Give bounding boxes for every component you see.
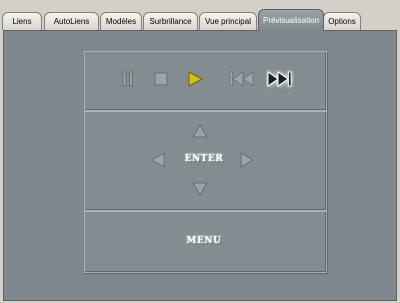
- enter-label: ENTER: [184, 154, 224, 164]
- tab-label: Prévisualisation: [262, 16, 320, 25]
- tab-label: AutoLiens: [53, 17, 90, 26]
- tab-label: Liens: [12, 17, 32, 26]
- play-button[interactable]: [184, 68, 206, 90]
- menu-box: MENU: [84, 211, 327, 273]
- tab-previsualisation[interactable]: Prévisualisation: [258, 9, 324, 31]
- tab-label: Vue principal: [205, 17, 251, 26]
- skip-back-button[interactable]: [228, 69, 256, 89]
- tab-autoliens[interactable]: AutoLiens: [44, 12, 99, 30]
- pause-button[interactable]: [120, 69, 136, 89]
- arrow-left-icon: [151, 152, 165, 168]
- stop-icon: [154, 72, 168, 86]
- tab-liens[interactable]: Liens: [2, 12, 42, 30]
- tab-options[interactable]: Options: [323, 12, 361, 30]
- navigation-box: ENTER: [84, 111, 327, 211]
- tab-surbrillance[interactable]: Surbrillance: [143, 12, 198, 30]
- skip-forward-button[interactable]: [265, 68, 295, 90]
- skip-forward-icon: [267, 71, 292, 87]
- tab-label: Surbrillance: [149, 17, 192, 26]
- skip-back-icon: [229, 71, 254, 87]
- tab-modeles[interactable]: Modèles: [100, 12, 142, 30]
- right-arrow-button[interactable]: [238, 150, 256, 170]
- menu-button[interactable]: MENU: [182, 236, 226, 246]
- down-arrow-button[interactable]: [191, 180, 209, 198]
- tab-strip: Liens AutoLiens Modèles Surbrillance Vue…: [0, 0, 400, 31]
- arrow-right-icon: [240, 152, 254, 168]
- arrow-up-icon: [192, 124, 208, 138]
- tab-label: Options: [328, 17, 356, 26]
- left-arrow-button[interactable]: [149, 150, 167, 170]
- transport-box: [84, 51, 327, 111]
- stop-button[interactable]: [152, 69, 170, 89]
- preview-panel: ENTER MENU: [3, 30, 397, 301]
- pause-icon: [122, 71, 133, 87]
- menu-label: MENU: [186, 236, 222, 246]
- arrow-down-icon: [192, 182, 208, 196]
- play-icon: [188, 71, 204, 87]
- up-arrow-button[interactable]: [191, 122, 209, 140]
- tab-vue-principal[interactable]: Vue principal: [199, 12, 257, 30]
- tab-label: Modèles: [105, 17, 137, 26]
- enter-button[interactable]: ENTER: [182, 154, 226, 164]
